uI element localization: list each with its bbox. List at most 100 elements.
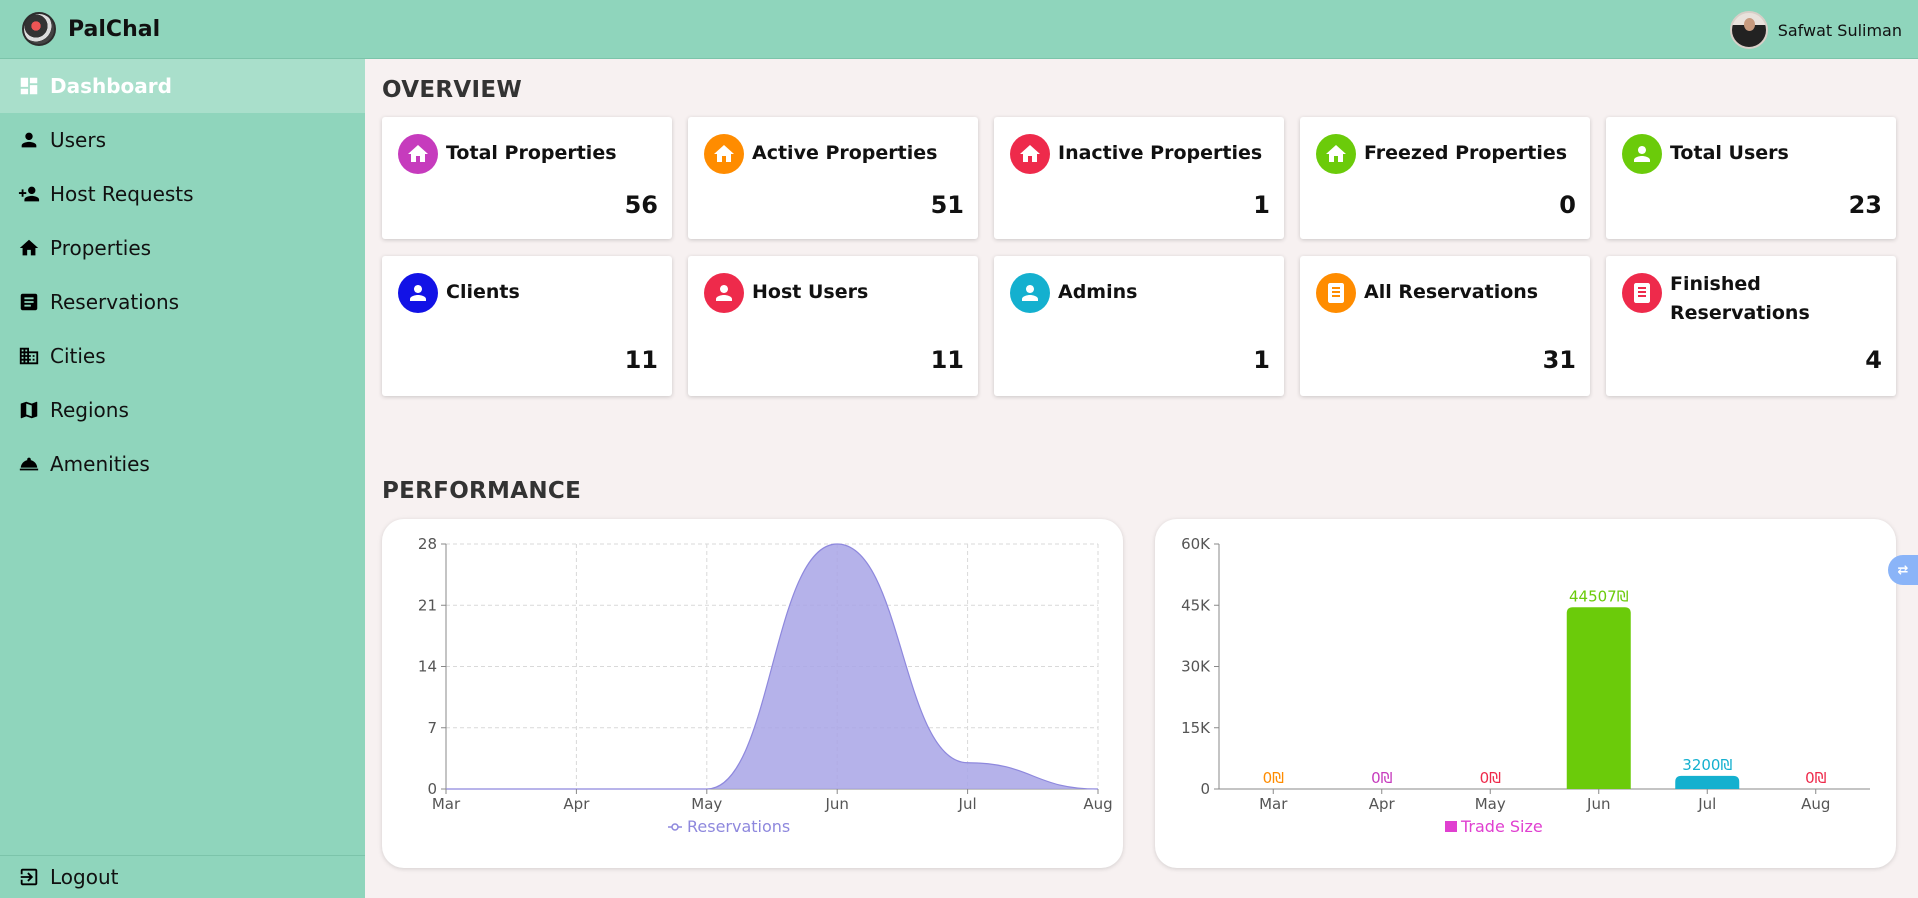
data-label: 0₪: [1263, 769, 1285, 787]
app-name: PalChal: [68, 16, 161, 42]
sidebar-item-properties[interactable]: Properties: [0, 221, 365, 275]
card-title: Host Users: [752, 281, 869, 303]
sidebar-item-label: Dashboard: [50, 74, 172, 98]
card-title: Inactive Properties: [1058, 142, 1263, 164]
sidebar-item-label: Host Requests: [50, 182, 194, 206]
card-clients[interactable]: Clients 11: [382, 256, 672, 396]
home-icon: [704, 134, 744, 174]
user-menu[interactable]: Safwat Suliman: [1729, 10, 1902, 50]
person-icon: [704, 273, 744, 313]
card-title: Active Properties: [752, 142, 938, 164]
sidebar-item-label: Properties: [50, 236, 152, 260]
card-all-reservations[interactable]: All Reservations 31: [1300, 256, 1590, 396]
person-add-icon: [18, 183, 40, 205]
data-label: 0₪: [1805, 769, 1827, 787]
sidebar-item-regions[interactable]: Regions: [0, 383, 365, 437]
performance-title: PERFORMANCE: [382, 478, 582, 504]
room-service-icon: [18, 453, 40, 475]
y-tick-label: 7: [427, 719, 437, 737]
data-label: 44507₪: [1569, 587, 1629, 605]
home-icon: [1316, 134, 1356, 174]
sidebar-item-host-requests[interactable]: Host Requests: [0, 167, 365, 221]
sidebar-item-label: Regions: [50, 398, 129, 422]
card-title: Freezed Properties: [1364, 142, 1568, 164]
sidebar: Dashboard Users Host Requests Properties…: [0, 59, 365, 898]
avatar: [1729, 11, 1768, 49]
sidebar-item-label: Users: [50, 128, 107, 152]
card-value: 56: [624, 191, 658, 219]
sidebar-item-dashboard[interactable]: Dashboard: [0, 59, 365, 113]
home-icon: [18, 237, 40, 259]
data-label: 3200₪: [1682, 756, 1732, 774]
x-tick-label: Jun: [824, 795, 848, 813]
x-tick-label: Apr: [563, 795, 590, 813]
reservations-chart: 0 7 14 21 28 Mar Apr May Jun Jul Aug Reservations: [382, 519, 1123, 868]
person-icon: [18, 129, 40, 151]
sidebar-item-label: Reservations: [50, 290, 180, 314]
receipt-icon: [1316, 273, 1356, 313]
x-tick-label: Aug: [1801, 795, 1830, 813]
card-host-users[interactable]: Host Users 11: [688, 256, 978, 396]
y-tick-label: 15K: [1181, 719, 1211, 737]
receipt-icon: [1622, 273, 1662, 313]
card-value: 51: [930, 191, 964, 219]
card-title: Clients: [446, 281, 520, 303]
overview-title: OVERVIEW: [382, 77, 522, 103]
x-tick-label: Jul: [958, 795, 977, 813]
card-title: Total Users: [1670, 142, 1789, 164]
y-tick-label: 28: [418, 535, 437, 553]
brand-logo: [22, 12, 56, 46]
bar-jul: [1675, 775, 1740, 789]
card-total-users[interactable]: Total Users 23: [1606, 117, 1896, 239]
y-tick-label: 60K: [1181, 535, 1211, 553]
user-name: Safwat Suliman: [1777, 20, 1902, 40]
sidebar-item-users[interactable]: Users: [0, 113, 365, 167]
data-label: 0₪: [1480, 769, 1502, 787]
map-icon: [18, 399, 40, 421]
legend-label: Reservations: [687, 817, 790, 836]
home-icon: [398, 134, 438, 174]
card-freezed-properties[interactable]: Freezed Properties 0: [1300, 117, 1590, 239]
sidebar-item-reservations[interactable]: Reservations: [0, 275, 365, 329]
card-inactive-properties[interactable]: Inactive Properties 1: [994, 117, 1284, 239]
card-finished-reservations[interactable]: Finished Reservations 4: [1606, 256, 1896, 396]
sidebar-item-amenities[interactable]: Amenities: [0, 437, 365, 491]
x-tick-label: Jul: [1697, 795, 1716, 813]
translate-icon[interactable]: ⇄: [1888, 555, 1918, 585]
brand[interactable]: PalChal: [22, 11, 160, 47]
list-icon: [18, 291, 40, 313]
sidebar-item-label: Amenities: [50, 452, 150, 476]
trade-size-chart: 0 15K 30K 45K 60K 0₪ Mar 0₪ Apr 0₪ May 44507₪ Jun 320…: [1155, 519, 1896, 868]
logout-label: Logout: [50, 865, 119, 889]
x-tick-label: Aug: [1083, 795, 1112, 813]
y-tick-label: 0: [1200, 780, 1210, 798]
person-icon: [398, 273, 438, 313]
card-value: 31: [1542, 346, 1576, 374]
x-tick-label: May: [691, 795, 722, 813]
card-title: Finished Reservations: [1670, 273, 1810, 324]
trade-size-chart-svg: 0 15K 30K 45K 60K 0₪ Mar 0₪ Apr 0₪ May 44507₪ Jun 320…: [1181, 535, 1870, 836]
x-tick-label: Apr: [1369, 795, 1396, 813]
logout-icon: [18, 866, 40, 888]
reservations-chart-svg: 07142128Mar Apr May Jun Jul AugReservations: [418, 535, 1113, 836]
card-admins[interactable]: Admins 1: [994, 256, 1284, 396]
sidebar-item-label: Cities: [50, 344, 106, 368]
card-title: All Reservations: [1364, 281, 1539, 303]
y-tick-label: 14: [418, 658, 437, 676]
x-tick-label: Jun: [1586, 795, 1610, 813]
sidebar-item-cities[interactable]: Cities: [0, 329, 365, 383]
card-total-properties[interactable]: Total Properties 56: [382, 117, 672, 239]
card-value: 0: [1559, 191, 1576, 219]
legend-label: Trade Size: [1460, 817, 1543, 836]
logout-button[interactable]: Logout: [0, 855, 365, 898]
card-value: 4: [1865, 346, 1882, 374]
y-tick-label: 21: [418, 596, 437, 614]
x-tick-label: Mar: [432, 795, 461, 813]
card-active-properties[interactable]: Active Properties 51: [688, 117, 978, 239]
card-value: 11: [930, 346, 964, 374]
home-icon: [1010, 134, 1050, 174]
city-icon: [18, 345, 40, 367]
card-title: Total Properties: [446, 142, 617, 164]
person-icon: [1010, 273, 1050, 313]
card-value: 23: [1848, 191, 1882, 219]
